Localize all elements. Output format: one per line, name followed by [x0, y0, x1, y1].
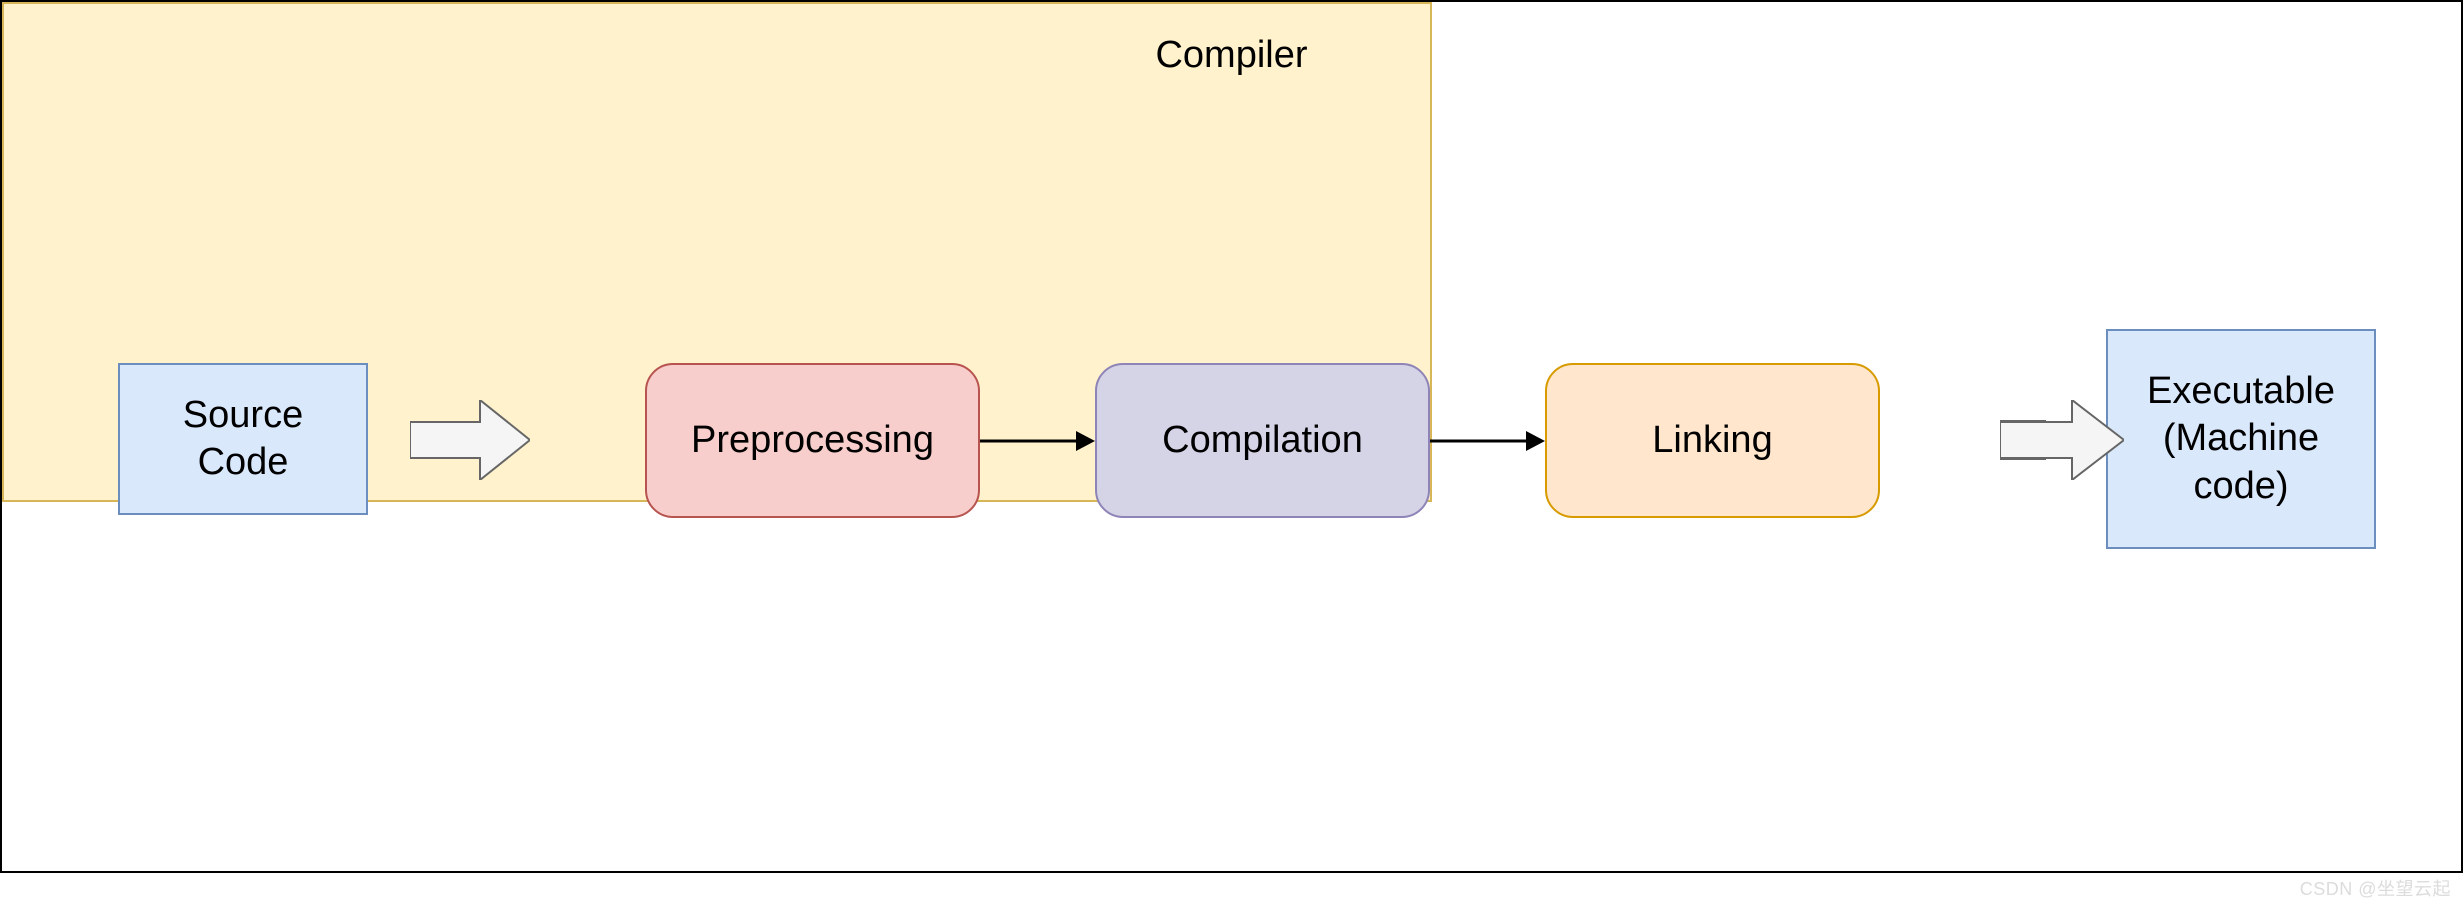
executable-label: Executable(Machinecode) [2147, 368, 2335, 511]
source-code-box: SourceCode [118, 363, 368, 515]
source-code-label: SourceCode [183, 392, 303, 487]
arrow-block-icon [410, 400, 530, 480]
arrow-right-icon [1430, 429, 1545, 453]
linking-stage-box: Linking [1545, 363, 1880, 518]
diagram-frame: SourceCode Compiler Preprocessing Compil… [0, 0, 2463, 873]
compilation-stage-box: Compilation [1095, 363, 1430, 518]
linking-label: Linking [1652, 419, 1772, 462]
watermark-text: CSDN @坐望云起 [2300, 875, 2451, 901]
arrow-right-icon [980, 429, 1095, 453]
preprocessing-label: Preprocessing [691, 419, 934, 462]
compiler-label: Compiler [2, 34, 2461, 77]
arrow-block-icon [2000, 400, 2124, 480]
preprocessing-stage-box: Preprocessing [645, 363, 980, 518]
executable-box: Executable(Machinecode) [2106, 329, 2376, 549]
compilation-label: Compilation [1162, 419, 1363, 462]
